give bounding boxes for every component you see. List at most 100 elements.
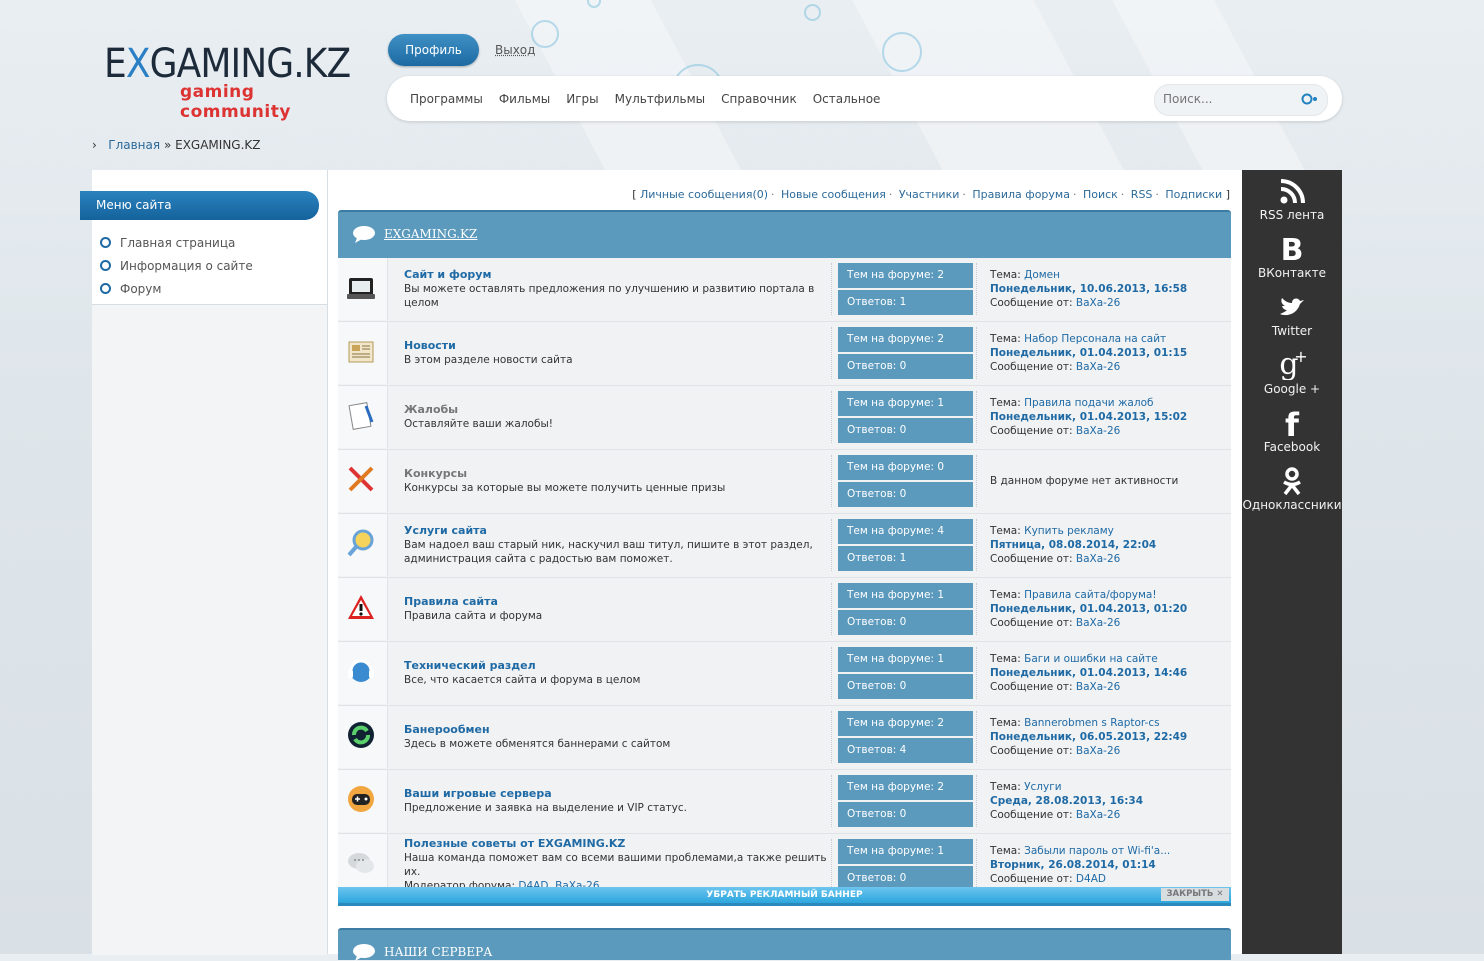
last-post-date[interactable]: Понедельник, 01.04.2013, 15:02 <box>990 410 1230 424</box>
terminal-icon <box>347 278 375 299</box>
last-author-link[interactable]: D4AD <box>1076 873 1106 885</box>
last-author-link[interactable]: BaXa-26 <box>1076 681 1120 693</box>
logout-link[interactable]: Выход <box>495 43 535 57</box>
site-logo[interactable]: EXGAMING.KZ gaming community <box>104 40 364 122</box>
last-topic-link[interactable]: Услуги <box>1024 781 1061 793</box>
last-author-label: Сообщение от: <box>990 553 1073 565</box>
forum-stats: Тем на форуме: 0 Ответов: 0 <box>838 455 973 509</box>
last-author-link[interactable]: BaXa-26 <box>1076 617 1120 629</box>
last-topic-link[interactable]: Набор Персонала на сайт <box>1024 333 1166 345</box>
forum-row[interactable]: Конкурсы Конкурсы за которые вы можете по… <box>338 450 1231 514</box>
link-search[interactable]: Поиск <box>1083 188 1118 201</box>
last-author-label: Сообщение от: <box>990 297 1073 309</box>
forum-row[interactable]: Ваши игровые сервера Предложение и заявка… <box>338 770 1231 834</box>
topics-count: Тем на форуме: 2 <box>838 327 973 352</box>
social-google-plus[interactable]: g + Google + <box>1242 348 1342 396</box>
last-author-link[interactable]: BaXa-26 <box>1076 425 1120 437</box>
breadcrumb-home[interactable]: Главная <box>108 138 160 152</box>
replies-count: Ответов: 4 <box>838 738 973 763</box>
forum-name-link[interactable]: Конкурсы <box>404 467 834 481</box>
close-ad-button[interactable]: ЗАКРЫТЬ ✕ <box>1161 888 1229 901</box>
forum-description: Правила сайта и форума <box>404 610 543 622</box>
forum-row[interactable]: Сайт и форум Вы можете оставлять предложе… <box>338 258 1231 322</box>
forum-category-header: EXGAMING.KZ <box>338 210 1231 258</box>
link-forum-rules[interactable]: Правила форума <box>972 188 1070 201</box>
last-topic-link[interactable]: Правила подачи жалоб <box>1024 397 1153 409</box>
last-author-link[interactable]: BaXa-26 <box>1076 553 1120 565</box>
last-post-date[interactable]: Вторник, 26.08.2014, 01:14 <box>990 858 1230 872</box>
sidebar-item-forum[interactable]: Форум <box>100 277 253 300</box>
forum-name-link[interactable]: Новости <box>404 339 834 353</box>
nav-programs[interactable]: Программы <box>410 92 483 106</box>
last-post-date[interactable]: Понедельник, 01.04.2013, 01:15 <box>990 346 1230 360</box>
forum-name-link[interactable]: Сайт и форум <box>404 268 834 282</box>
social-odnoklassniki[interactable]: Одноклассники <box>1242 466 1342 512</box>
forum-row[interactable]: Банерообмен Здесь в можете обменятся банн… <box>338 706 1231 770</box>
last-post-info: Тема: Баги и ошибки на сайте Понедельник,… <box>990 642 1230 704</box>
last-topic-label: Тема: <box>990 717 1021 729</box>
forum-name-link[interactable]: Услуги сайта <box>404 524 834 538</box>
nav-cartoons[interactable]: Мультфильмы <box>615 92 706 106</box>
social-rss[interactable]: RSS лента <box>1242 178 1342 222</box>
last-post-date[interactable]: Пятница, 08.08.2014, 22:04 <box>990 538 1230 552</box>
last-topic-link[interactable]: Купить рекламу <box>1024 525 1114 537</box>
last-topic-link[interactable]: Правила сайта/форума! <box>1024 589 1156 601</box>
sidebar-item-home[interactable]: Главная страница <box>100 231 253 254</box>
ad-banner-bar: УБРАТЬ РЕКЛАМНЫЙ БАННЕР ЗАКРЫТЬ ✕ <box>338 887 1231 906</box>
profile-button[interactable]: Профиль <box>388 34 479 66</box>
last-post-date[interactable]: Понедельник, 01.04.2013, 14:46 <box>990 666 1230 680</box>
nav-games[interactable]: Игры <box>566 92 598 106</box>
forum-name-link[interactable]: Правила сайта <box>404 595 834 609</box>
link-rss[interactable]: RSS <box>1131 188 1153 201</box>
social-facebook[interactable]: f Facebook <box>1242 408 1342 454</box>
forum-row[interactable]: Новости В этом разделе новости сайта Тем н… <box>338 322 1231 386</box>
last-post-date[interactable]: Понедельник, 06.05.2013, 22:49 <box>990 730 1230 744</box>
remove-ad-button[interactable]: УБРАТЬ РЕКЛАМНЫЙ БАННЕР <box>338 887 1231 903</box>
link-new-messages[interactable]: Новые сообщения <box>781 188 886 201</box>
forum-name-link[interactable]: Ваши игровые сервера <box>404 787 834 801</box>
last-post-date[interactable]: Понедельник, 10.06.2013, 16:58 <box>990 282 1230 296</box>
last-author-label: Сообщение от: <box>990 425 1073 437</box>
link-private-messages[interactable]: Личные сообщения(0) <box>640 188 768 201</box>
breadcrumb-separator: » <box>163 138 172 152</box>
forum-row[interactable]: Услуги сайта Вам надоел ваш старый ник, н… <box>338 514 1231 578</box>
last-author-link[interactable]: BaXa-26 <box>1076 745 1120 757</box>
forum-stats: Тем на форуме: 1 Ответов: 0 <box>838 839 973 893</box>
forum-name-link[interactable]: Полезные советы от EXGAMING.KZ <box>404 837 834 851</box>
last-author-link[interactable]: BaXa-26 <box>1076 297 1120 309</box>
sidebar-item-about[interactable]: Информация о сайте <box>100 254 253 277</box>
last-topic-link[interactable]: Забыли пароль от Wi-fi'a... <box>1024 845 1170 857</box>
replies-count: Ответов: 0 <box>838 674 973 699</box>
forum-row[interactable]: Технический раздел Все, что касается сайт… <box>338 642 1231 706</box>
last-topic-link[interactable]: Bannerobmen s Raptor-cs <box>1024 717 1159 729</box>
forum-category-title[interactable]: EXGAMING.KZ <box>384 227 477 241</box>
gamepad-icon <box>348 786 374 812</box>
forum-name-link[interactable]: Жалобы <box>404 403 834 417</box>
nav-reference[interactable]: Справочник <box>721 92 797 106</box>
forum-name-link[interactable]: Технический раздел <box>404 659 834 673</box>
forum-stats: Тем на форуме: 4 Ответов: 1 <box>838 519 973 573</box>
last-post-date[interactable]: Понедельник, 01.04.2013, 01:20 <box>990 602 1230 616</box>
forum-name-link[interactable]: Банерообмен <box>404 723 834 737</box>
nav-films[interactable]: Фильмы <box>499 92 550 106</box>
forum-row[interactable]: Правила сайта Правила сайта и форума Тем н… <box>338 578 1231 642</box>
forum-description: Все, что касается сайта и форума в целом <box>404 674 641 686</box>
search-input[interactable] <box>1161 91 1295 107</box>
last-post-date[interactable]: Среда, 28.08.2013, 16:34 <box>990 794 1230 808</box>
forum-row[interactable]: Жалобы Оставляйте ваши жалобы! Тем на фору… <box>338 386 1231 450</box>
servers-title[interactable]: НАШИ СЕРВЕРА <box>384 945 492 959</box>
social-vk[interactable]: B ВКонтакте <box>1242 234 1342 280</box>
last-author-label: Сообщение от: <box>990 745 1073 757</box>
replies-count: Ответов: 1 <box>838 546 973 571</box>
social-twitter[interactable]: Twitter <box>1242 292 1342 338</box>
last-topic-link[interactable]: Баги и ошибки на сайте <box>1024 653 1158 665</box>
link-subscriptions[interactable]: Подписки <box>1165 188 1222 201</box>
search-icon[interactable] <box>1301 92 1317 106</box>
last-topic-link[interactable]: Домен <box>1024 269 1060 281</box>
last-author-link[interactable]: BaXa-26 <box>1076 809 1120 821</box>
forum-description: Вам надоел ваш старый ник, наскучил ваш … <box>404 539 813 551</box>
nav-other[interactable]: Остальное <box>813 92 881 106</box>
last-author-link[interactable]: BaXa-26 <box>1076 361 1120 373</box>
link-members[interactable]: Участники <box>899 188 960 201</box>
breadcrumb-current: EXGAMING.KZ <box>175 138 261 152</box>
